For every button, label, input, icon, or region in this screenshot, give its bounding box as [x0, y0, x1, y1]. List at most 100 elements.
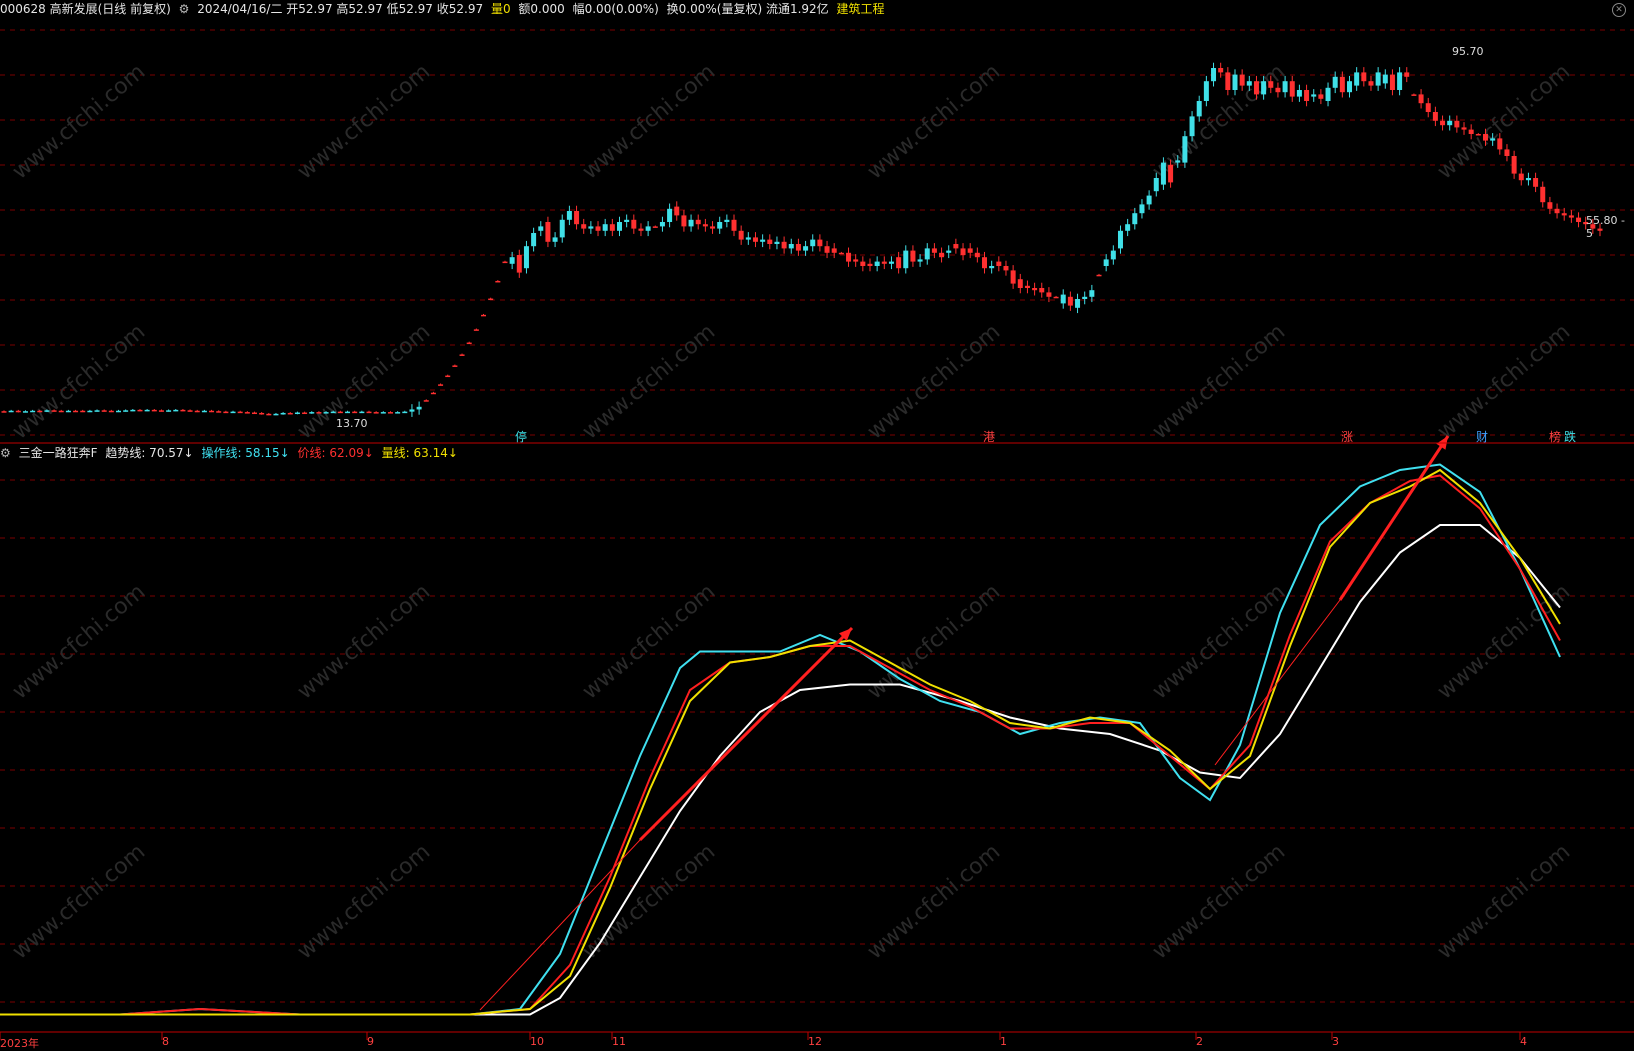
watermark-text: www.cfchi.com [863, 59, 1005, 184]
candle-body [1468, 129, 1474, 134]
candle-body [345, 411, 351, 414]
candle-body [37, 410, 43, 413]
event-marker[interactable]: 港 [982, 430, 996, 444]
candle-body [724, 219, 730, 222]
candle-body [44, 410, 50, 412]
candle-body [1547, 202, 1553, 209]
candle-body [1397, 72, 1403, 90]
candle-body [1568, 215, 1574, 218]
candle-body [459, 354, 465, 356]
candle-body [881, 261, 887, 264]
candle-body [688, 219, 694, 227]
candle-body [831, 248, 837, 253]
candle-body [588, 226, 594, 229]
candle-body [846, 252, 852, 262]
candle-body [595, 226, 601, 231]
candle-body [717, 222, 723, 229]
candle-body [1375, 72, 1381, 86]
candle-body [1160, 162, 1166, 185]
x-axis-tick-label: 2023年 [0, 1037, 39, 1050]
candle-body [767, 239, 773, 244]
candle-body [430, 392, 436, 395]
volume-label: 量0 [490, 2, 511, 16]
candle-body [953, 244, 959, 249]
sector-label[interactable]: 建筑工程 [837, 2, 885, 16]
event-marker[interactable]: 财 [1475, 430, 1489, 444]
candle-body [1318, 94, 1324, 99]
candle-body [116, 410, 122, 413]
candle-body [1196, 101, 1202, 117]
candle-body [1332, 76, 1338, 88]
indicator-settings-icon[interactable]: ⚙ [0, 446, 11, 460]
candle-body [824, 246, 830, 253]
candle-body [423, 400, 429, 402]
watermark-text: www.cfchi.com [293, 839, 435, 964]
candle-body [216, 411, 222, 413]
watermark-text: www.cfchi.com [8, 839, 150, 964]
candle-body [681, 215, 687, 227]
candle-body [1296, 90, 1302, 97]
event-marker[interactable]: 停 [514, 430, 528, 444]
candle-body [438, 384, 444, 386]
settings-icon[interactable]: ⚙ [179, 2, 190, 16]
candle-body [960, 248, 966, 255]
x-axis-tick-label: 1 [1000, 1035, 1007, 1048]
x-axis-tick-label: 10 [530, 1035, 544, 1048]
candle-body [1368, 81, 1374, 86]
candle-body [1253, 81, 1259, 95]
candle-body [1132, 213, 1138, 225]
candle-body [445, 375, 451, 378]
candle-body [982, 257, 988, 269]
watermark-text: www.cfchi.com [578, 319, 720, 444]
x-axis-tick-label: 2 [1196, 1035, 1203, 1048]
candle-body [1561, 213, 1567, 216]
watermark-text: www.cfchi.com [293, 579, 435, 704]
candle-body [1067, 296, 1073, 306]
candle-body [1096, 274, 1102, 277]
event-marker[interactable]: 涨 [1340, 430, 1354, 444]
candle-body [466, 342, 472, 345]
candle-body [273, 413, 279, 416]
candle-body [624, 219, 630, 222]
candle-body [323, 412, 329, 414]
watermark-text: www.cfchi.com [1148, 839, 1290, 964]
candle-body [552, 237, 558, 242]
candle-body [559, 219, 565, 238]
candle-body [838, 252, 844, 255]
close-icon[interactable]: ✕ [1612, 3, 1626, 17]
event-marker[interactable]: 跌 [1563, 430, 1577, 444]
event-marker[interactable]: 榜 [1548, 430, 1562, 444]
candle-body [803, 246, 809, 251]
stock-title[interactable]: 000628 高新发展(日线 前复权) [0, 2, 171, 16]
candle-body [373, 412, 379, 414]
indicator-lines[interactable] [0, 463, 1561, 1016]
candle-body [896, 257, 902, 269]
candle-body [108, 410, 114, 413]
amount-label: 额0.000 [518, 2, 565, 16]
candle-body [1003, 266, 1009, 271]
candle-body [173, 409, 179, 412]
candle-body [58, 410, 64, 413]
candle-body [1268, 81, 1274, 88]
candle-body [574, 211, 580, 225]
top-header: 000628 高新发展(日线 前复权) ⚙ 2024/04/16/二 开52.9… [0, 2, 889, 16]
candle-body [1325, 87, 1331, 101]
candle-body [87, 410, 93, 413]
watermark-text: www.cfchi.com [863, 839, 1005, 964]
candle-body [1082, 296, 1088, 299]
candle-body [817, 239, 823, 247]
indicator-name[interactable]: 三金一路狂奔F [19, 446, 98, 460]
candle-body [1246, 81, 1252, 86]
candle-body [280, 412, 286, 415]
candle-body [380, 412, 386, 414]
candle-body [659, 222, 665, 227]
candle-body [738, 230, 744, 240]
candle-body [80, 410, 86, 413]
candle-body [1504, 149, 1510, 156]
candle-body [710, 226, 716, 229]
candle-body [810, 239, 816, 247]
candle-body [853, 259, 859, 262]
candle-body [1053, 296, 1059, 299]
candle-body [158, 410, 164, 412]
candlestick-series[interactable] [1, 62, 1603, 417]
